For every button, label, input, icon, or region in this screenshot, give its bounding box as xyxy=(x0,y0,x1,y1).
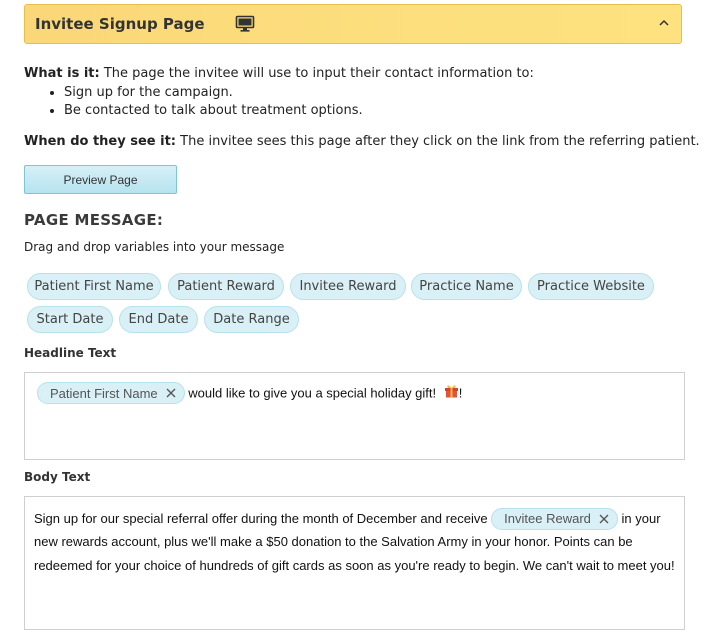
remove-x-icon[interactable] xyxy=(166,388,176,398)
monitor-icon xyxy=(235,15,254,32)
headline-editor[interactable]: Patient First Name would like to give yo… xyxy=(24,372,685,460)
body-line-2: new rewards account, plus we'll make a $… xyxy=(34,534,633,550)
list-item: Be contacted to talk about treatment opt… xyxy=(64,102,363,120)
body-editor[interactable]: Sign up for our special referral offer d… xyxy=(24,496,685,630)
what-is-it-label: What is it: xyxy=(24,66,100,81)
gift-icon xyxy=(444,385,458,398)
body-line-3: redeemed for your choice of hundreds of … xyxy=(34,557,675,573)
what-is-it-text: The page the invitee will use to input t… xyxy=(99,66,534,81)
headline-text: would like to give you a special holiday… xyxy=(184,385,440,401)
what-is-it-list: Sign up for the campaign. Be contacted t… xyxy=(24,84,363,120)
token-label: Invitee Reward xyxy=(504,510,591,526)
when-see-line: When do they see it: The invitee sees th… xyxy=(24,134,700,149)
variable-chip-start-date[interactable]: Start Date xyxy=(27,306,113,333)
body-label: Body Text xyxy=(24,470,91,484)
body-text-before: Sign up for our special referral offer d… xyxy=(34,510,492,526)
section-title: Invitee Signup Page xyxy=(35,15,205,33)
body-line-1: Sign up for our special referral offer d… xyxy=(34,506,684,530)
page-message-title: PAGE MESSAGE: xyxy=(24,211,164,229)
what-is-it-line: What is it: The page the invitee will us… xyxy=(24,66,534,81)
preview-page-button[interactable]: Preview Page xyxy=(24,165,177,194)
headline-token-patient-first-name[interactable]: Patient First Name xyxy=(37,382,185,404)
body-token-invitee-reward[interactable]: Invitee Reward xyxy=(491,507,618,530)
when-see-label: When do they see it: xyxy=(24,134,177,149)
list-item: Sign up for the campaign. xyxy=(64,84,363,102)
headline-label: Headline Text xyxy=(24,346,117,360)
token-label: Patient First Name xyxy=(50,385,158,401)
chevron-up-icon[interactable] xyxy=(657,16,671,30)
variable-chip-practice-website[interactable]: Practice Website xyxy=(528,273,654,300)
variable-chip-date-range[interactable]: Date Range xyxy=(204,306,299,333)
remove-x-icon[interactable] xyxy=(599,514,609,524)
body-line1-after: in your xyxy=(617,510,661,526)
when-see-text: The invitee sees this page after they cl… xyxy=(176,134,700,149)
page-message-subtitle: Drag and drop variables into your messag… xyxy=(24,240,285,254)
section-header[interactable]: Invitee Signup Page xyxy=(24,4,682,44)
headline-trailing: ! xyxy=(458,385,463,401)
variable-chip-patient-first-name[interactable]: Patient First Name xyxy=(27,273,161,300)
variable-chip-invitee-reward[interactable]: Invitee Reward xyxy=(290,273,406,300)
variable-chip-patient-reward[interactable]: Patient Reward xyxy=(168,273,284,300)
variable-chip-practice-name[interactable]: Practice Name xyxy=(411,273,522,300)
variable-chip-end-date[interactable]: End Date xyxy=(119,306,198,333)
